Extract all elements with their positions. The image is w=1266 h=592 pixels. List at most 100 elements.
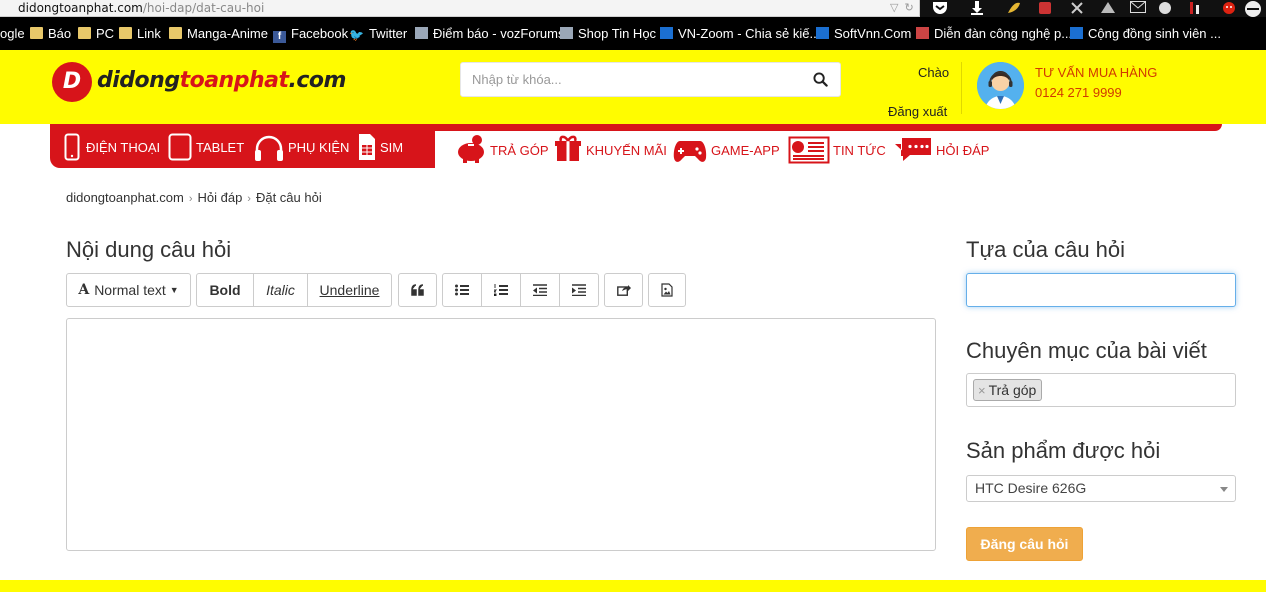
text-format-dropdown[interactable]: A Normal text ▼ [67,274,190,306]
image-file-icon [661,283,673,297]
bookmark-shop-tin-hoc[interactable]: Shop Tin Học [560,26,656,42]
devil-extension-icon[interactable] [1222,1,1236,15]
extension-badge-icon[interactable] [1158,1,1172,15]
bookmark-label: Cộng đồng sinh viên ... [1088,26,1221,41]
folder-icon [78,27,91,39]
bookmark-label: Shop Tin Học [578,26,657,41]
mail-icon[interactable] [1130,1,1146,15]
reload-icon[interactable]: ↻ [904,2,913,14]
nav-underline-bar [400,124,1222,131]
bookmark-vnzoom[interactable]: VN-Zoom - Chia sẻ kiế... [660,26,820,42]
voz-icon [415,27,428,39]
italic-button[interactable]: Italic [254,274,308,306]
title-heading: Tựa của câu hỏi [966,237,1126,262]
indent-button[interactable] [560,274,598,306]
extension-red-icon[interactable] [1038,1,1052,15]
pocket-icon[interactable] [932,1,948,15]
bullet-list-icon [455,284,469,296]
insert-link-button[interactable] [605,274,642,306]
content-heading: Nội dung câu hỏi [66,237,232,262]
nav-khuyen-mai[interactable]: KHUYẾN MÃI [586,142,667,160]
outdent-button[interactable] [521,274,560,306]
advice-title: TƯ VẤN MUA HÀNG [1035,65,1158,80]
bookmark-softvnn[interactable]: SoftVnn.Com [816,26,911,42]
breadcrumb-separator-icon: › [188,193,193,205]
bookmark-bao[interactable]: Báo [30,26,71,42]
bookmark-twitter[interactable]: 🐦 Twitter [349,26,407,42]
breadcrumb-home[interactable]: didongtoanphat.com [66,190,184,205]
nav-sim[interactable]: SIM [380,139,403,157]
nav-tra-gop[interactable]: TRẢ GÓP [490,142,549,160]
category-heading: Chuyên mục của bài viết [966,338,1207,363]
site-header: D didongtoanphat.com Chào Đăng xuất TƯ V… [0,50,1266,124]
dropdown-arrow-icon[interactable]: ▽ [890,2,898,14]
community-icon [1070,27,1083,39]
folder-icon [30,27,43,39]
nav-phu-kien[interactable]: PHỤ KIỆN [288,139,349,157]
question-editor[interactable] [66,318,936,551]
browser-address-bar: didongtoanphat.com/hoi-dap/dat-cau-hoi ▽… [0,0,1266,17]
category-select[interactable]: × Trả góp [966,373,1236,407]
logo-badge-icon: D [52,62,92,102]
folder-icon [169,27,182,39]
bookmark-cong-dong[interactable]: Cộng đồng sinh viên ... [1070,26,1221,42]
product-select-value: HTC Desire 626G [975,480,1087,496]
extension-x-icon[interactable] [1070,1,1084,15]
logo-red: toanphat [179,68,289,93]
bold-button[interactable]: Bold [197,274,254,306]
extension-leaf-icon[interactable] [1006,1,1022,15]
bookmark-label: Link [137,26,161,41]
bullet-list-button[interactable] [443,274,482,306]
news-icon [788,136,830,164]
outdent-icon [533,284,547,296]
extension-bar-icon[interactable] [1188,1,1202,15]
quote-button[interactable] [399,274,436,306]
bookmark-voz[interactable]: Điểm báo - vozForums [415,26,564,42]
text-format-label: Normal text [94,282,166,298]
bookmark-label: ogle [0,26,25,41]
nav-hoi-dap[interactable]: HỎI ĐÁP [936,142,989,160]
nav-tablet[interactable]: TABLET [196,139,244,157]
numbered-list-button[interactable] [482,274,521,306]
quote-icon [410,284,424,296]
url-path: /hoi-dap/dat-cau-hoi [142,1,265,15]
breadcrumb-current: Đặt câu hỏi [255,190,322,205]
logo-wordmark: didongtoanphat.com [97,68,346,93]
bookmark-google[interactable]: ogle [0,26,25,42]
underline-button[interactable]: Underline [308,274,391,306]
submit-question-button[interactable]: Đăng câu hỏi [966,527,1083,561]
url-field[interactable]: didongtoanphat.com/hoi-dap/dat-cau-hoi [0,0,920,16]
chat-icon [895,138,931,161]
main-nav-tail [400,124,436,168]
search-input[interactable] [461,63,801,96]
insert-image-button[interactable] [649,274,685,306]
bookmark-label: PC [96,26,115,41]
logout-link[interactable]: Đăng xuất [888,104,947,119]
bookmark-manga-anime[interactable]: Manga-Anime [169,26,268,42]
phone-icon [64,133,80,161]
breadcrumb-hoi-dap[interactable]: Hỏi đáp [197,190,242,205]
bookmark-label: Twitter [368,26,408,41]
bookmark-link[interactable]: Link [119,26,161,42]
bookmark-label: Điểm báo - vozForums [433,26,565,41]
bookmark-facebook[interactable]: f Facebook [273,26,348,43]
bookmark-dien-dan[interactable]: Diễn đàn công nghệ p... [916,26,1072,42]
header-divider [961,62,962,114]
nav-tin-tuc[interactable]: TIN TỨC [833,142,886,160]
search-icon[interactable] [813,72,828,87]
advice-phone[interactable]: 0124 271 9999 [1035,85,1122,100]
product-select[interactable]: HTC Desire 626G [966,475,1236,502]
question-title-input[interactable] [966,273,1236,307]
greeting-link[interactable]: Chào [918,65,949,80]
extension-fox-icon[interactable] [1100,1,1116,15]
site-logo[interactable]: D didongtoanphat.com [52,62,346,104]
nav-dien-thoai[interactable]: ĐIỆN THOẠI [86,139,160,157]
share-icon [616,285,631,296]
profile-avatar-icon[interactable] [1242,1,1264,17]
download-icon[interactable] [970,1,984,15]
quote-group [398,273,437,307]
category-tag: × Trả góp [973,379,1043,401]
nav-game-app[interactable]: GAME-APP [711,142,780,160]
remove-tag-icon[interactable]: × [978,383,986,398]
bookmark-pc[interactable]: PC [78,26,114,42]
